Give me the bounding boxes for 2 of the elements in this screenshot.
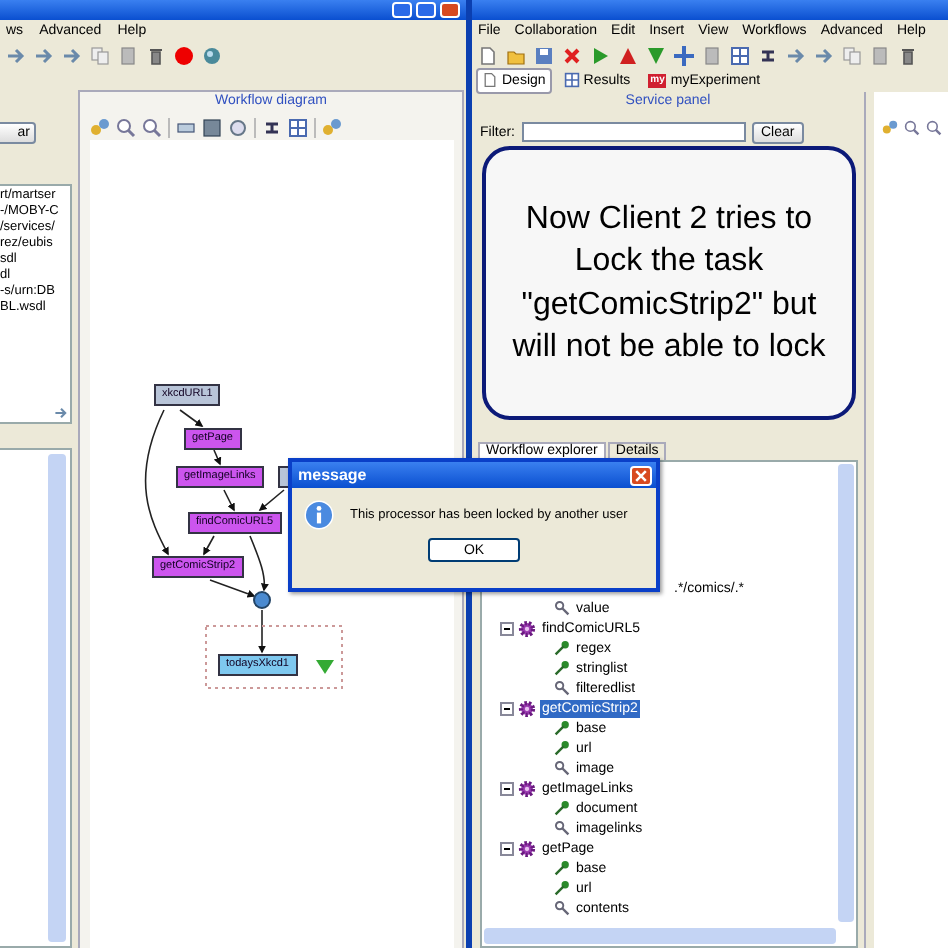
dialog-title: message (298, 466, 367, 484)
callout-box: Now Client 2 tries to Lock the task "getComicStrip2" but will not be able to lock (482, 146, 856, 420)
